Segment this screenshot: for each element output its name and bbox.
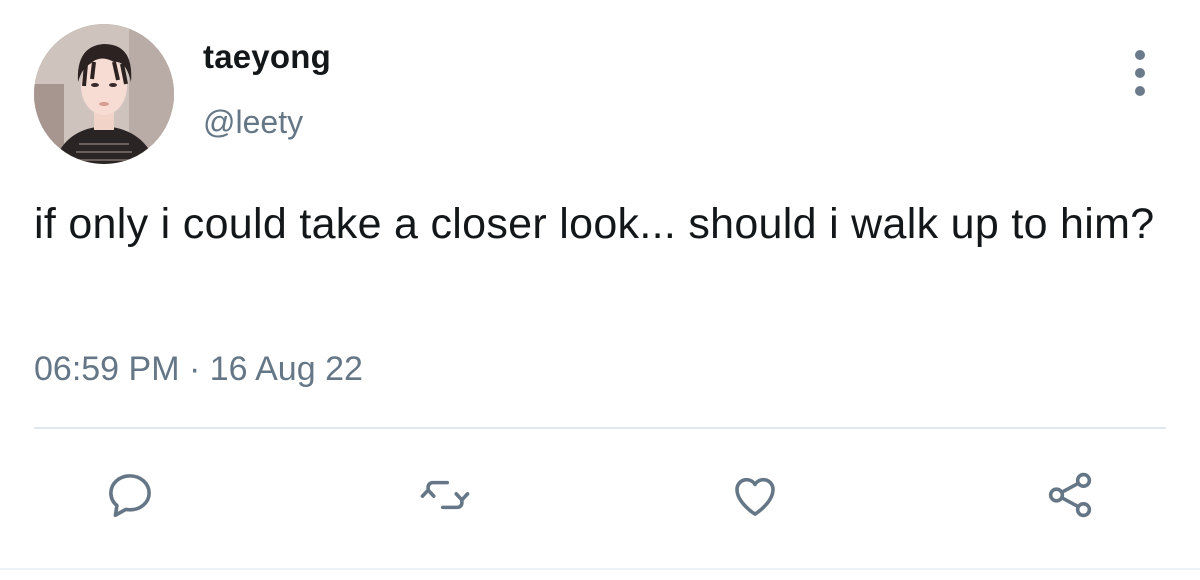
like-button[interactable]: [720, 460, 790, 530]
reply-button[interactable]: [95, 460, 165, 530]
tweet-card: taeyong @leety if only i could take a cl…: [0, 0, 1200, 580]
bottom-border: [0, 568, 1200, 570]
avatar[interactable]: [34, 24, 174, 164]
action-bar: [0, 460, 1200, 530]
more-options-button[interactable]: [1120, 50, 1160, 96]
retweet-icon: [420, 480, 470, 510]
author-display-name[interactable]: taeyong: [203, 38, 331, 76]
tweet-timestamp[interactable]: 06:59 PM · 16 Aug 22: [34, 350, 363, 389]
divider: [34, 427, 1166, 429]
reply-icon: [109, 474, 151, 518]
retweet-button[interactable]: [410, 460, 480, 530]
heart-icon: [735, 477, 775, 516]
more-vertical-icon-dot: [1135, 68, 1145, 78]
more-vertical-icon-dot: [1135, 86, 1145, 96]
tweet-text: if only i could take a closer look... sh…: [34, 200, 1155, 248]
share-button[interactable]: [1035, 460, 1105, 530]
share-icon: [1048, 472, 1092, 518]
author-handle[interactable]: @leety: [203, 104, 303, 141]
avatar-image: [34, 24, 174, 164]
more-vertical-icon: [1135, 50, 1145, 60]
